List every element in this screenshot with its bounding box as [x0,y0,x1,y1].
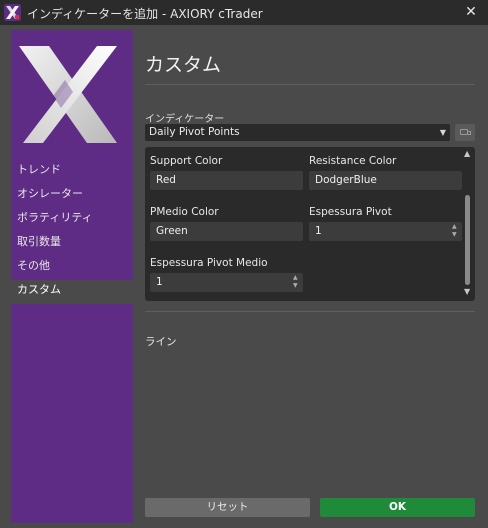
espessura-pivot-label: Espessura Pivot [309,206,392,218]
espessura-pivot-medio-label: Espessura Pivot Medio [150,257,268,269]
sidebar-item-volume[interactable]: 取引数量 [11,232,133,256]
indicator-select[interactable]: Daily Pivot Points ▼ [145,124,450,141]
params-scrollbar[interactable]: ▲ ▼ [461,147,475,301]
pmedio-color-field[interactable]: Green [150,222,303,241]
pmedio-color-label: PMedio Color [150,206,219,218]
divider [145,311,475,312]
stepper-arrows-icon[interactable]: ▲ ▼ [452,224,458,239]
indicator-select-value: Daily Pivot Points [149,126,240,138]
axiory-x-logo [19,46,117,143]
indicator-label: インディケーター [145,114,225,125]
resistance-color-field[interactable]: DodgerBlue [309,171,462,190]
espessura-pivot-stepper[interactable]: 1 ▲ ▼ [309,222,462,241]
divider [145,84,475,85]
espessura-pivot-value: 1 [315,225,322,237]
scroll-up-icon[interactable]: ▲ [464,149,470,158]
sidebar-item-custom[interactable]: カスタム [11,280,133,304]
scroll-thumb[interactable] [465,195,470,285]
window-title: インディケーターを追加 - AXIORY cTrader [27,7,263,21]
parameters-panel: Support Color Red Resistance Color Dodge… [145,147,475,301]
resistance-color-label: Resistance Color [309,155,397,167]
title-bar: インディケーターを追加 - AXIORY cTrader ✕ [0,0,488,25]
espessura-pivot-medio-stepper[interactable]: 1 ▲ ▼ [150,273,303,292]
dropdown-arrow-icon: ▼ [439,128,446,137]
line-section-label: ライン [145,336,177,348]
sidebar-item-other[interactable]: その他 [11,256,133,280]
support-color-label: Support Color [150,155,223,167]
support-color-field[interactable]: Red [150,171,303,190]
sidebar-item-volatility[interactable]: ボラティリティ [11,208,133,232]
ok-button[interactable]: OK [320,498,475,517]
page-title: カスタム [145,54,222,76]
reset-button[interactable]: リセット [145,498,310,517]
ctrader-x-icon [4,4,21,21]
sidebar-item-trend[interactable]: トレンド [11,160,133,184]
espessura-pivot-medio-value: 1 [156,276,163,288]
close-icon[interactable]: ✕ [454,0,488,25]
category-nav: トレンド オシレーター ボラティリティ 取引数量 その他 カスタム [11,160,133,304]
sidebar-item-oscillator[interactable]: オシレーター [11,184,133,208]
scroll-down-icon[interactable]: ▼ [464,287,470,296]
category-sidebar: トレンド オシレーター ボラティリティ 取引数量 その他 カスタム [11,30,133,523]
camera-icon[interactable] [455,124,475,141]
add-indicator-window: インディケーターを追加 - AXIORY cTrader ✕ トレンド オシレー… [0,0,488,528]
stepper-arrows-icon[interactable]: ▲ ▼ [293,275,299,290]
